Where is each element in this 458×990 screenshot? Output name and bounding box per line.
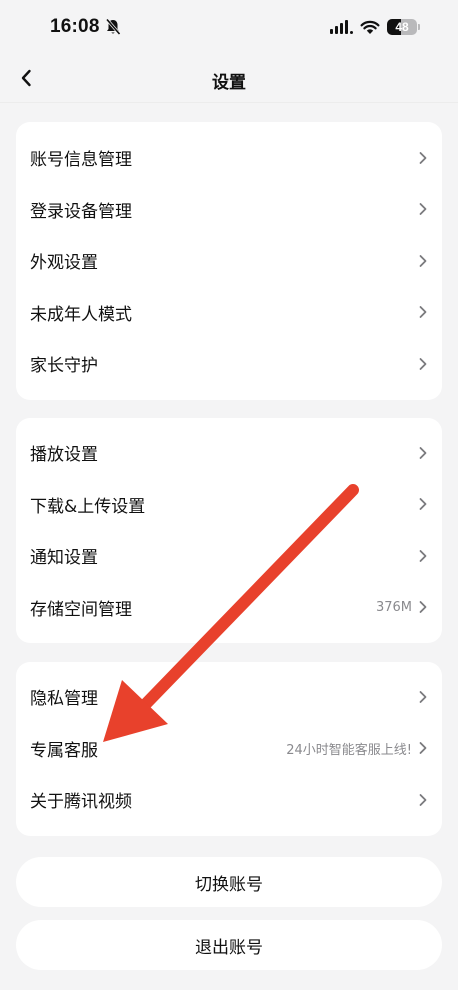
- storage-size-value: 376M: [375, 599, 412, 615]
- battery-cap: [418, 24, 420, 30]
- customer-service-hint: 24小时智能客服上线!: [286, 742, 412, 758]
- navigation-bar: 设置: [0, 54, 458, 103]
- chevron-right-icon: [418, 792, 428, 808]
- status-time: 16:08: [50, 16, 100, 37]
- settings-item-label: 专属客服: [30, 740, 98, 761]
- chevron-right-icon: [418, 201, 428, 217]
- chevron-right-icon: [418, 304, 428, 320]
- settings-item-login-devices[interactable]: 登录设备管理: [16, 184, 442, 236]
- bell-off-icon: [105, 18, 121, 35]
- settings-item-storage[interactable]: 存储空间管理 376M: [16, 582, 442, 634]
- settings-item-label: 外观设置: [30, 253, 98, 274]
- settings-item-label: 隐私管理: [30, 689, 98, 710]
- settings-item-parental-guard[interactable]: 家长守护: [16, 338, 442, 390]
- chevron-right-icon: [418, 445, 428, 461]
- settings-item-label: 关于腾讯视频: [30, 792, 132, 813]
- switch-account-button[interactable]: 切换账号: [16, 857, 442, 907]
- chevron-right-icon: [418, 356, 428, 372]
- cellular-signal-icon: [330, 20, 353, 34]
- settings-group-account: 账号信息管理 登录设备管理 外观设置 未成年人模式 家长守护: [16, 122, 442, 400]
- settings-item-customer-service[interactable]: 专属客服 24小时智能客服上线!: [16, 723, 442, 775]
- settings-item-about[interactable]: 关于腾讯视频: [16, 774, 442, 826]
- status-indicators: 48: [330, 16, 420, 38]
- settings-item-label: 未成年人模式: [30, 304, 132, 325]
- logout-button[interactable]: 退出账号: [16, 920, 442, 970]
- page-title: 设置: [212, 73, 246, 93]
- chevron-right-icon: [418, 496, 428, 512]
- settings-item-appearance[interactable]: 外观设置: [16, 235, 442, 287]
- settings-item-label: 通知设置: [30, 548, 98, 569]
- chevron-right-icon: [418, 253, 428, 269]
- settings-item-privacy[interactable]: 隐私管理: [16, 671, 442, 723]
- status-bar: 16:08 48: [0, 0, 458, 54]
- chevron-right-icon: [418, 689, 428, 705]
- settings-group-playback: 播放设置 下载&上传设置 通知设置 存储空间管理 376M: [16, 418, 442, 643]
- settings-item-label: 存储空间管理: [30, 599, 132, 620]
- chevron-right-icon: [418, 740, 428, 756]
- settings-item-label: 下载&上传设置: [30, 496, 146, 517]
- settings-item-playback[interactable]: 播放设置: [16, 427, 442, 479]
- settings-item-account-info[interactable]: 账号信息管理: [16, 132, 442, 184]
- settings-item-download-upload[interactable]: 下载&上传设置: [16, 479, 442, 531]
- wifi-icon: [360, 20, 380, 34]
- settings-item-label: 登录设备管理: [30, 201, 132, 222]
- chevron-right-icon: [418, 599, 428, 615]
- settings-item-minor-mode[interactable]: 未成年人模式: [16, 287, 442, 339]
- chevron-right-icon: [418, 548, 428, 564]
- settings-item-label: 家长守护: [30, 356, 98, 377]
- settings-item-label: 播放设置: [30, 445, 98, 466]
- settings-group-privacy: 隐私管理 专属客服 24小时智能客服上线! 关于腾讯视频: [16, 662, 442, 836]
- battery-icon: 48: [387, 19, 417, 35]
- settings-item-notifications[interactable]: 通知设置: [16, 530, 442, 582]
- chevron-right-icon: [418, 150, 428, 166]
- settings-item-label: 账号信息管理: [30, 150, 132, 171]
- battery-level: 48: [395, 20, 409, 34]
